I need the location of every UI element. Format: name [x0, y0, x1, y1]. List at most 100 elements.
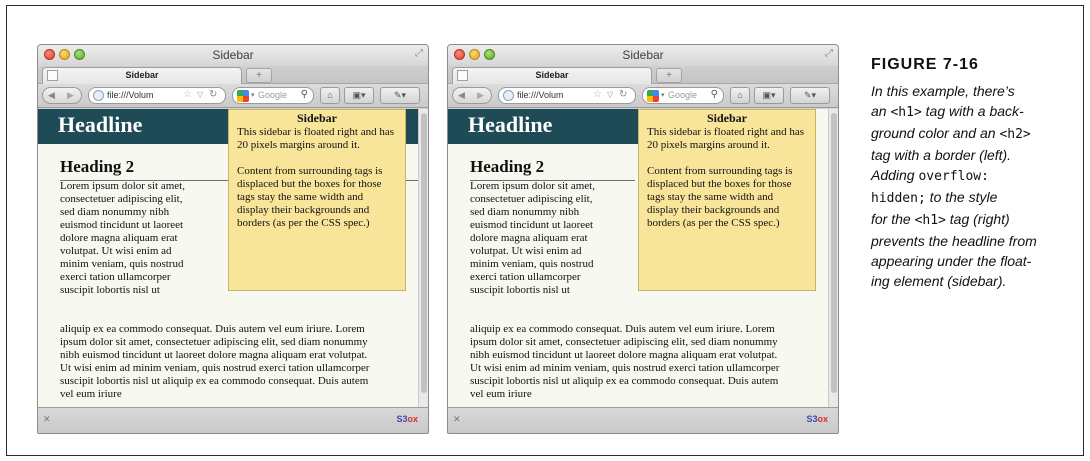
caption-text: to the style	[925, 189, 998, 205]
url-text[interactable]: file:///Volum	[517, 90, 564, 100]
bookmarks-button[interactable]: ▣▾	[754, 87, 784, 104]
url-history-dropdown-icon[interactable]: ▽	[607, 90, 613, 99]
status-bar: ✕ S3ox	[38, 407, 428, 433]
url-bar[interactable]: file:///Volum ☆ ▽ ↻	[88, 87, 226, 104]
text-line: aliquip ex ea commodo consequat. Duis au…	[470, 323, 775, 335]
body-text-wide: aliquip ex ea commodo consequat. Duis au…	[470, 323, 825, 401]
back-forward-buttons[interactable]: ◀ ▶	[452, 87, 492, 104]
tab-sidebar[interactable]: Sidebar	[42, 67, 242, 84]
url-history-dropdown-icon[interactable]: ▽	[197, 90, 203, 99]
tab-label: Sidebar	[535, 70, 569, 80]
addon-badge[interactable]: S3ox	[806, 414, 828, 424]
text-line: sed diam nonummy nibh	[470, 206, 580, 218]
text-line: Ut wisi enim ad minim veniam, quis nostr…	[470, 362, 780, 374]
back-arrow-icon[interactable]: ◀	[458, 88, 465, 103]
caption-line: for the <h1> tag (right)	[871, 209, 1071, 231]
text-line: ipsum dolor sit amet, consectetuer adipi…	[60, 336, 368, 348]
caption-line: tag with a border (left).	[871, 147, 1012, 163]
addon-menu-button[interactable]: ✎▾	[380, 87, 420, 104]
text-line: Ut wisi enim ad minim veniam, quis nostr…	[60, 362, 370, 374]
home-button[interactable]: ⌂	[320, 87, 340, 104]
page-viewport: Headline Heading 2 Lorem ipsum dolor sit…	[448, 109, 828, 407]
text-line: vel eum iriure	[60, 388, 122, 400]
addon-badge-suffix: ox	[407, 414, 418, 424]
site-identity-icon[interactable]	[503, 90, 514, 101]
sidebar-paragraph-2: Content from surrounding tags is displac…	[647, 165, 793, 229]
search-bar[interactable]: ▾ Google ⚲	[232, 87, 314, 104]
text-line: euismod tincidunt ut laoreet	[470, 219, 594, 231]
title-bar: Sidebar ⤢	[38, 45, 428, 66]
site-identity-icon[interactable]	[93, 90, 104, 101]
vertical-scrollbar[interactable]	[418, 109, 428, 407]
search-input[interactable]: Google	[258, 90, 287, 100]
bookmark-star-icon[interactable]: ☆	[593, 89, 602, 100]
window-title: Sidebar	[622, 48, 664, 62]
new-tab-button[interactable]: +	[246, 68, 272, 83]
google-engine-icon[interactable]	[647, 90, 659, 102]
scroll-thumb[interactable]	[831, 113, 837, 393]
bookmark-star-icon[interactable]: ☆	[183, 89, 192, 100]
reload-icon[interactable]: ↻	[619, 89, 627, 100]
caption-text: tag with a back-	[921, 103, 1024, 119]
reload-icon[interactable]: ↻	[209, 89, 217, 100]
tab-bar: Sidebar +	[38, 66, 428, 84]
text-line: volutpat. Ut wisi enim ad	[60, 245, 172, 257]
google-engine-icon[interactable]	[237, 90, 249, 102]
search-bar[interactable]: ▾ Google ⚲	[642, 87, 724, 104]
caption-text: an	[871, 103, 891, 119]
back-arrow-icon[interactable]: ◀	[48, 88, 55, 103]
caption-line: In this example, there’s	[871, 83, 1015, 99]
search-icon[interactable]: ⚲	[711, 89, 718, 100]
caption-line: Adding overflow:	[871, 165, 1071, 187]
fullscreen-icon[interactable]: ⤢	[825, 48, 833, 59]
text-line: exerci tation ullamcorper	[470, 271, 581, 283]
close-icon[interactable]: ✕	[453, 414, 461, 425]
status-bar: ✕ S3ox	[448, 407, 838, 433]
addon-menu-button[interactable]: ✎▾	[790, 87, 830, 104]
body-text-wide: aliquip ex ea commodo consequat. Duis au…	[60, 323, 415, 401]
engine-dropdown-icon[interactable]: ▾	[661, 91, 665, 99]
tab-label: Sidebar	[125, 70, 159, 80]
close-icon[interactable]: ✕	[43, 414, 51, 425]
text-line: suscipit lobortis nisl ut aliquip ex ea …	[470, 375, 779, 387]
caption-line: ground color and an <h2>	[871, 123, 1071, 145]
body-text-narrow: Lorem ipsum dolor sit amet, consectetuer…	[60, 180, 226, 297]
addon-badge[interactable]: S3ox	[396, 414, 418, 424]
vertical-scrollbar[interactable]	[828, 109, 838, 407]
tab-sidebar[interactable]: Sidebar	[452, 67, 652, 84]
forward-arrow-icon[interactable]: ▶	[477, 88, 484, 103]
text-line: nibh euismod tincidunt ut laoreet dolore…	[470, 349, 778, 361]
url-text[interactable]: file:///Volum	[107, 90, 154, 100]
search-input[interactable]: Google	[668, 90, 697, 100]
new-tab-button[interactable]: +	[656, 68, 682, 83]
addon-badge-text: S3	[396, 414, 408, 424]
home-button[interactable]: ⌂	[730, 87, 750, 104]
bookmarks-button[interactable]: ▣▾	[344, 87, 374, 104]
floated-sidebar: Sidebar This sidebar is floated right an…	[228, 109, 406, 291]
caption-code: <h2>	[999, 127, 1031, 142]
caption-text: for the	[871, 211, 915, 227]
fullscreen-icon[interactable]: ⤢	[415, 48, 423, 59]
text-line: minim veniam, quis nostrud	[60, 258, 184, 270]
caption-line: hidden; to the style	[871, 187, 1071, 209]
search-icon[interactable]: ⚲	[301, 89, 308, 100]
tab-bar: Sidebar +	[448, 66, 838, 84]
text-line: vel eum iriure	[470, 388, 532, 400]
text-line: consectetuer adipiscing elit,	[60, 193, 183, 205]
text-line: dolore magna aliquam erat	[60, 232, 178, 244]
forward-arrow-icon[interactable]: ▶	[67, 88, 74, 103]
caption-code: <h1>	[914, 213, 946, 228]
floated-sidebar: Sidebar This sidebar is floated right an…	[638, 109, 816, 291]
figure-frame: Sidebar ⤢ Sidebar + ◀ ▶ file:///Volum ☆ …	[6, 5, 1084, 456]
back-forward-buttons[interactable]: ◀ ▶	[42, 87, 82, 104]
url-bar[interactable]: file:///Volum ☆ ▽ ↻	[498, 87, 636, 104]
text-line: volutpat. Ut wisi enim ad	[470, 245, 582, 257]
engine-dropdown-icon[interactable]: ▾	[251, 91, 255, 99]
caption-line: appearing under the float-	[871, 253, 1032, 269]
text-line: aliquip ex ea commodo consequat. Duis au…	[60, 323, 365, 335]
scroll-thumb[interactable]	[421, 113, 427, 393]
figure-label: FIGURE 7-16	[871, 56, 979, 73]
sidebar-title: Sidebar	[296, 111, 337, 125]
caption-text: ground color and an	[871, 125, 1000, 141]
text-line: suscipit lobortis nisl ut	[470, 284, 570, 296]
